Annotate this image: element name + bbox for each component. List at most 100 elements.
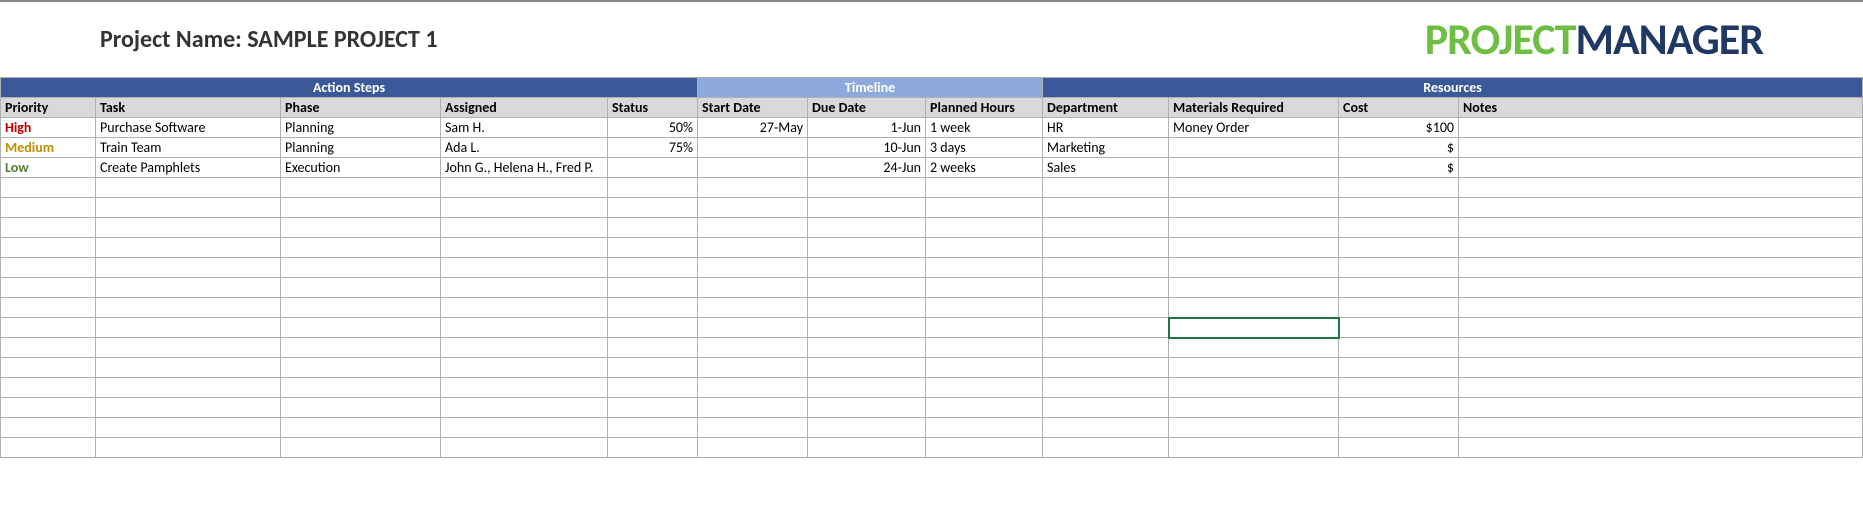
cell-empty[interactable] bbox=[698, 218, 808, 238]
cell-empty[interactable] bbox=[1, 238, 96, 258]
cell-department[interactable]: Marketing bbox=[1043, 138, 1169, 158]
cell-empty[interactable] bbox=[1043, 238, 1169, 258]
cell-empty[interactable] bbox=[808, 378, 926, 398]
col-cost[interactable]: Cost bbox=[1339, 98, 1459, 118]
cell-empty[interactable] bbox=[1, 178, 96, 198]
cell-notes[interactable] bbox=[1459, 158, 1863, 178]
cell-empty[interactable] bbox=[1, 398, 96, 418]
cell-empty[interactable] bbox=[1043, 358, 1169, 378]
col-department[interactable]: Department bbox=[1043, 98, 1169, 118]
cell-empty[interactable] bbox=[1043, 278, 1169, 298]
cell-empty[interactable] bbox=[698, 258, 808, 278]
cell-empty[interactable] bbox=[1339, 218, 1459, 238]
cell-due_date[interactable]: 10-Jun bbox=[808, 138, 926, 158]
cell-empty[interactable] bbox=[926, 438, 1043, 458]
cell-empty[interactable] bbox=[608, 178, 698, 198]
cell-empty[interactable] bbox=[441, 378, 608, 398]
cell-empty[interactable] bbox=[1, 278, 96, 298]
cell-empty[interactable] bbox=[808, 358, 926, 378]
cell-empty[interactable] bbox=[96, 378, 281, 398]
cell-cost[interactable]: $ bbox=[1339, 138, 1459, 158]
cell-notes[interactable] bbox=[1459, 138, 1863, 158]
cell-task[interactable]: Train Team bbox=[96, 138, 281, 158]
cell-empty[interactable] bbox=[698, 298, 808, 318]
cell-empty[interactable] bbox=[1459, 298, 1863, 318]
cell-empty[interactable] bbox=[1339, 378, 1459, 398]
cell-empty[interactable] bbox=[1169, 398, 1339, 418]
cell-empty[interactable] bbox=[441, 178, 608, 198]
cell-empty[interactable] bbox=[1043, 338, 1169, 358]
cell-materials[interactable]: Money Order bbox=[1169, 118, 1339, 138]
cell-empty[interactable] bbox=[808, 438, 926, 458]
cell-empty[interactable] bbox=[1, 258, 96, 278]
cell-empty[interactable] bbox=[1339, 258, 1459, 278]
cell-empty[interactable] bbox=[1339, 278, 1459, 298]
cell-empty[interactable] bbox=[698, 178, 808, 198]
cell-empty[interactable] bbox=[808, 258, 926, 278]
cell-empty[interactable] bbox=[441, 238, 608, 258]
cell-empty[interactable] bbox=[808, 278, 926, 298]
cell-empty[interactable] bbox=[808, 198, 926, 218]
cell-empty[interactable] bbox=[608, 418, 698, 438]
cell-empty[interactable] bbox=[281, 438, 441, 458]
cell-empty[interactable] bbox=[281, 418, 441, 438]
cell-empty[interactable] bbox=[808, 178, 926, 198]
cell-empty[interactable] bbox=[1459, 198, 1863, 218]
cell-empty[interactable] bbox=[608, 398, 698, 418]
cell-empty[interactable] bbox=[608, 258, 698, 278]
cell-empty[interactable] bbox=[926, 318, 1043, 338]
cell-empty[interactable] bbox=[96, 278, 281, 298]
cell-empty[interactable] bbox=[281, 238, 441, 258]
cell-notes[interactable] bbox=[1459, 118, 1863, 138]
cell-empty[interactable] bbox=[1169, 418, 1339, 438]
cell-empty[interactable] bbox=[281, 338, 441, 358]
cell-empty[interactable] bbox=[1, 438, 96, 458]
cell-materials[interactable] bbox=[1169, 158, 1339, 178]
cell-empty[interactable] bbox=[926, 238, 1043, 258]
cell-empty[interactable] bbox=[608, 238, 698, 258]
cell-empty[interactable] bbox=[281, 318, 441, 338]
cell-empty[interactable] bbox=[1169, 438, 1339, 458]
cell-empty[interactable] bbox=[1, 378, 96, 398]
cell-priority[interactable]: Low bbox=[1, 158, 96, 178]
col-priority[interactable]: Priority bbox=[1, 98, 96, 118]
cell-empty[interactable] bbox=[608, 438, 698, 458]
cell-empty[interactable] bbox=[96, 358, 281, 378]
cell-phase[interactable]: Planning bbox=[281, 138, 441, 158]
cell-empty[interactable] bbox=[441, 278, 608, 298]
cell-empty[interactable] bbox=[1459, 278, 1863, 298]
cell-empty[interactable] bbox=[698, 338, 808, 358]
col-assigned[interactable]: Assigned bbox=[441, 98, 608, 118]
cell-due_date[interactable]: 24-Jun bbox=[808, 158, 926, 178]
cell-empty[interactable] bbox=[1169, 358, 1339, 378]
project-table[interactable]: Action Steps Timeline Resources Priority… bbox=[0, 77, 1863, 458]
cell-empty[interactable] bbox=[926, 338, 1043, 358]
cell-empty[interactable] bbox=[808, 298, 926, 318]
cell-empty[interactable] bbox=[281, 358, 441, 378]
cell-empty[interactable] bbox=[1459, 378, 1863, 398]
cell-empty[interactable] bbox=[1, 338, 96, 358]
cell-empty[interactable] bbox=[1339, 338, 1459, 358]
cell-empty[interactable] bbox=[926, 178, 1043, 198]
cell-phase[interactable]: Planning bbox=[281, 118, 441, 138]
cell-empty[interactable] bbox=[698, 378, 808, 398]
cell-priority[interactable]: Medium bbox=[1, 138, 96, 158]
cell-empty[interactable] bbox=[698, 358, 808, 378]
cell-empty[interactable] bbox=[96, 238, 281, 258]
cell-empty[interactable] bbox=[96, 418, 281, 438]
cell-empty[interactable] bbox=[608, 218, 698, 238]
cell-empty[interactable] bbox=[441, 258, 608, 278]
cell-empty[interactable] bbox=[441, 398, 608, 418]
cell-task[interactable]: Purchase Software bbox=[96, 118, 281, 138]
cell-start_date[interactable] bbox=[698, 158, 808, 178]
cell-empty[interactable] bbox=[96, 398, 281, 418]
cell-empty[interactable] bbox=[926, 418, 1043, 438]
cell-empty[interactable] bbox=[926, 258, 1043, 278]
cell-assigned[interactable]: John G., Helena H., Fred P. bbox=[441, 158, 608, 178]
col-materials[interactable]: Materials Required bbox=[1169, 98, 1339, 118]
cell-empty[interactable] bbox=[1169, 218, 1339, 238]
cell-empty[interactable] bbox=[1, 358, 96, 378]
cell-empty[interactable] bbox=[441, 298, 608, 318]
cell-materials[interactable] bbox=[1169, 138, 1339, 158]
cell-empty[interactable] bbox=[281, 378, 441, 398]
